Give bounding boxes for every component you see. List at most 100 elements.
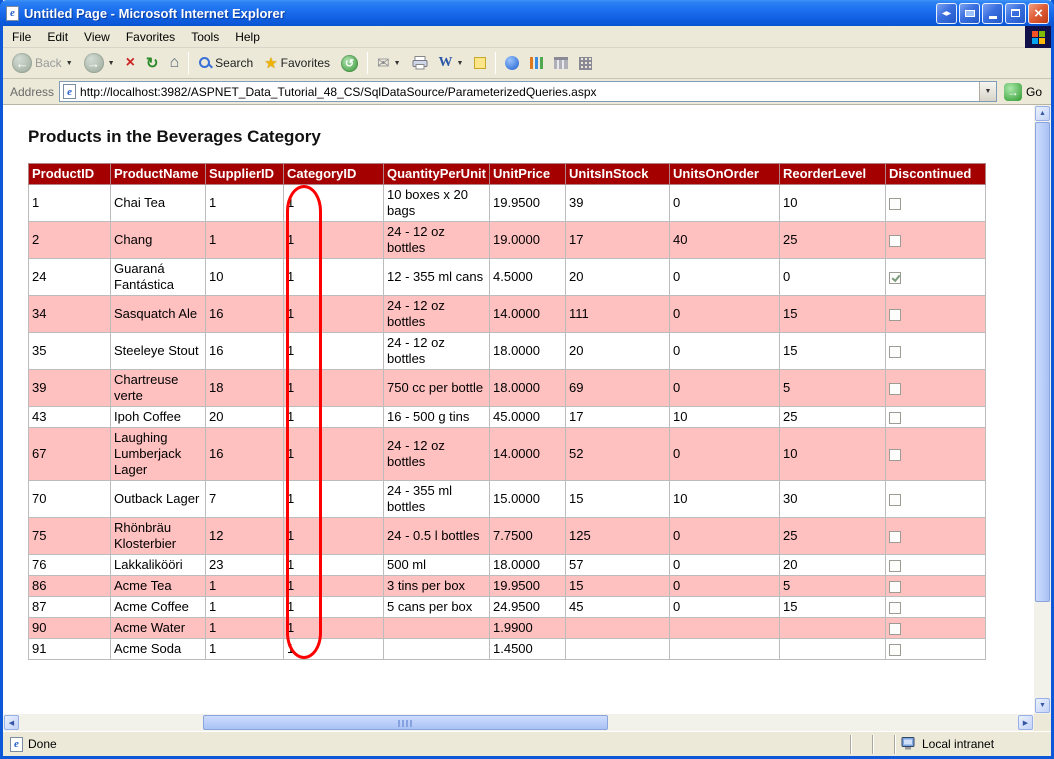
close-button[interactable]: × [1028,3,1049,24]
history-button[interactable]: ↺ [336,52,363,75]
table-cell: 19.9500 [490,576,566,597]
table-cell-discontinued [886,333,986,370]
back-button[interactable]: ← Back ▼ [7,50,78,76]
media-button[interactable] [525,54,548,72]
table-cell: 1 [206,185,284,222]
address-input[interactable]: e http://localhost:3982/ASPNET_Data_Tuto… [59,81,997,102]
menu-bar: File Edit View Favorites Tools Help [3,26,1051,48]
menu-tools[interactable]: Tools [183,27,227,47]
discontinued-checkbox [889,560,901,572]
scroll-up-button[interactable]: ▲ [1035,106,1050,121]
table-cell: 18.0000 [490,555,566,576]
table-cell: 1 [284,185,384,222]
minimize-button[interactable] [982,3,1003,24]
table-cell: 1 [284,222,384,259]
horizontal-scroll-thumb[interactable] [203,715,608,730]
print-icon [412,56,428,70]
menu-view[interactable]: View [76,27,118,47]
table-cell: 1 [284,639,384,660]
table-cell: 15.0000 [490,481,566,518]
zone-text: Local intranet [922,737,994,751]
scroll-down-button[interactable]: ▼ [1035,698,1050,713]
browser-window: e Untitled Page - Microsoft Internet Exp… [0,0,1054,759]
titlebar-buttons: ◀▶ × [936,3,1049,24]
table-cell: 1 [206,576,284,597]
titlebar-arrows-button[interactable]: ◀▶ [936,3,957,24]
menu-file[interactable]: File [4,27,39,47]
quick-launch-button[interactable] [574,54,597,73]
vertical-scroll-thumb[interactable] [1035,122,1050,602]
table-cell: 20 [206,407,284,428]
toolbar-separator [367,52,368,74]
refresh-button[interactable]: ↻ [141,53,164,74]
titlebar-screen-button[interactable] [959,3,980,24]
address-dropdown-button[interactable]: ▼ [979,82,996,101]
table-cell: 30 [780,481,886,518]
address-label: Address [6,85,54,99]
forward-dropdown-icon: ▼ [108,60,115,67]
toolbar-separator [495,52,496,74]
column-header: CategoryID [284,164,384,185]
maximize-button[interactable] [1005,3,1026,24]
menu-help[interactable]: Help [227,27,268,47]
go-button[interactable]: → Go [1002,83,1048,101]
table-cell [566,639,670,660]
search-button[interactable]: Search [193,53,258,73]
scroll-right-button[interactable]: ▶ [1018,715,1033,730]
table-cell: 76 [29,555,111,576]
table-cell: 0 [670,576,780,597]
url-favicon: e [63,84,76,99]
url-text[interactable]: http://localhost:3982/ASPNET_Data_Tutori… [80,85,975,99]
mail-icon: ✉ [377,56,390,71]
table-cell: 5 [780,576,886,597]
table-cell: 87 [29,597,111,618]
word-edit-icon: W [439,55,453,71]
vertical-scrollbar[interactable]: ▲ ▼ [1034,105,1051,714]
titlebar[interactable]: e Untitled Page - Microsoft Internet Exp… [0,0,1054,26]
table-cell: 75 [29,518,111,555]
table-cell-discontinued [886,407,986,428]
table-cell: 1 [284,576,384,597]
table-cell: 52 [566,428,670,481]
forward-button[interactable]: → ▼ [79,50,120,76]
grid-icon [579,57,592,70]
scroll-left-button[interactable]: ◀ [4,715,19,730]
messenger-button[interactable] [500,53,524,73]
table-cell: 5 [780,370,886,407]
table-cell: 1 [284,618,384,639]
table-cell: Steeleye Stout [111,333,206,370]
home-button[interactable]: ⌂ [164,52,184,74]
table-row: 87Acme Coffee115 cans per box24.95004501… [29,597,986,618]
horizontal-scrollbar[interactable]: ◀ ▶ [3,714,1034,731]
table-cell: 10 [780,428,886,481]
print-button[interactable] [407,53,433,73]
menu-favorites[interactable]: Favorites [118,27,183,47]
column-header: ProductName [111,164,206,185]
stop-button[interactable]: × [121,52,140,74]
table-cell: 45.0000 [490,407,566,428]
discontinued-checkbox [889,531,901,543]
table-row: 91Acme Soda111.4500 [29,639,986,660]
menu-edit[interactable]: Edit [39,27,76,47]
favorites-button[interactable]: ★ Favorites [259,53,335,74]
table-cell: Chang [111,222,206,259]
table-cell: 23 [206,555,284,576]
products-table: ProductIDProductNameSupplierIDCategoryID… [28,163,986,660]
table-cell: 20 [566,333,670,370]
sites-button[interactable] [549,54,573,72]
discontinued-checkbox [889,309,901,321]
history-icon: ↺ [341,55,358,72]
table-cell: Outback Lager [111,481,206,518]
table-cell: 0 [780,259,886,296]
mail-button[interactable]: ✉ ▼ [372,53,406,74]
edit-button[interactable]: W ▼ [434,52,469,74]
table-cell: 0 [670,185,780,222]
discuss-button[interactable] [469,54,491,72]
table-cell: 35 [29,333,111,370]
status-bar: e Done Local intranet [3,731,1051,756]
table-cell: 500 ml [384,555,490,576]
table-cell: 15 [566,481,670,518]
table-row: 67Laughing Lumberjack Lager16124 - 12 oz… [29,428,986,481]
table-cell: 15 [780,597,886,618]
table-cell: 16 [206,428,284,481]
